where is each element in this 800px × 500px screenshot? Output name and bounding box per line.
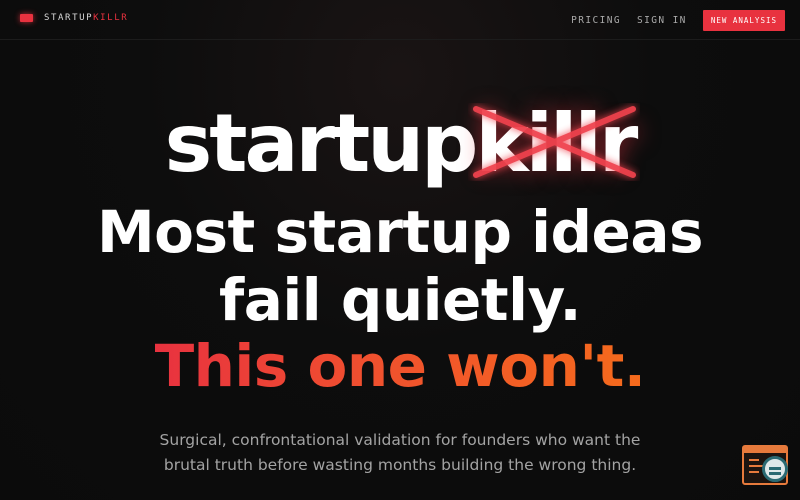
brand-name: STARTUPKILLR bbox=[44, 13, 128, 23]
hero-logo-part2: killr bbox=[475, 97, 638, 190]
widget-titlebar bbox=[744, 447, 786, 453]
nav-pricing-link[interactable]: PRICING bbox=[571, 15, 621, 26]
hero-subtitle-line-2: brutal truth before wasting months build… bbox=[163, 456, 637, 474]
magnifier-icon[interactable] bbox=[762, 456, 788, 482]
brand-name-part2: KILLR bbox=[93, 13, 129, 23]
headline-line-3-text: This one won't. bbox=[154, 332, 646, 400]
headline-line-3: This one won't. bbox=[0, 334, 800, 398]
hero-logo-wordmark: startupkillr bbox=[0, 96, 800, 192]
brand-name-part1: STARTUP bbox=[44, 13, 94, 23]
hero-logo-part1: startup bbox=[164, 97, 479, 190]
headline-line-1: Most startup ideas bbox=[96, 198, 704, 266]
new-analysis-button[interactable]: NEW ANALYSIS bbox=[702, 10, 785, 31]
brand-logo[interactable]: STARTUPKILLR bbox=[20, 13, 128, 23]
page: STARTUPKILLR PRICING SIGN IN NEW ANALYSI… bbox=[0, 0, 800, 500]
top-nav: STARTUPKILLR PRICING SIGN IN NEW ANALYSI… bbox=[0, 0, 800, 40]
brand-mark-icon bbox=[20, 14, 33, 22]
hero-subtitle-line-1: Surgical, confrontational validation for… bbox=[159, 431, 641, 449]
nav-sign-in-link[interactable]: SIGN IN bbox=[637, 15, 687, 26]
widget-lines bbox=[749, 459, 763, 477]
nav-links: PRICING SIGN IN NEW ANALYSIS bbox=[571, 10, 785, 31]
headline-line-2: fail quietly. bbox=[219, 266, 581, 334]
